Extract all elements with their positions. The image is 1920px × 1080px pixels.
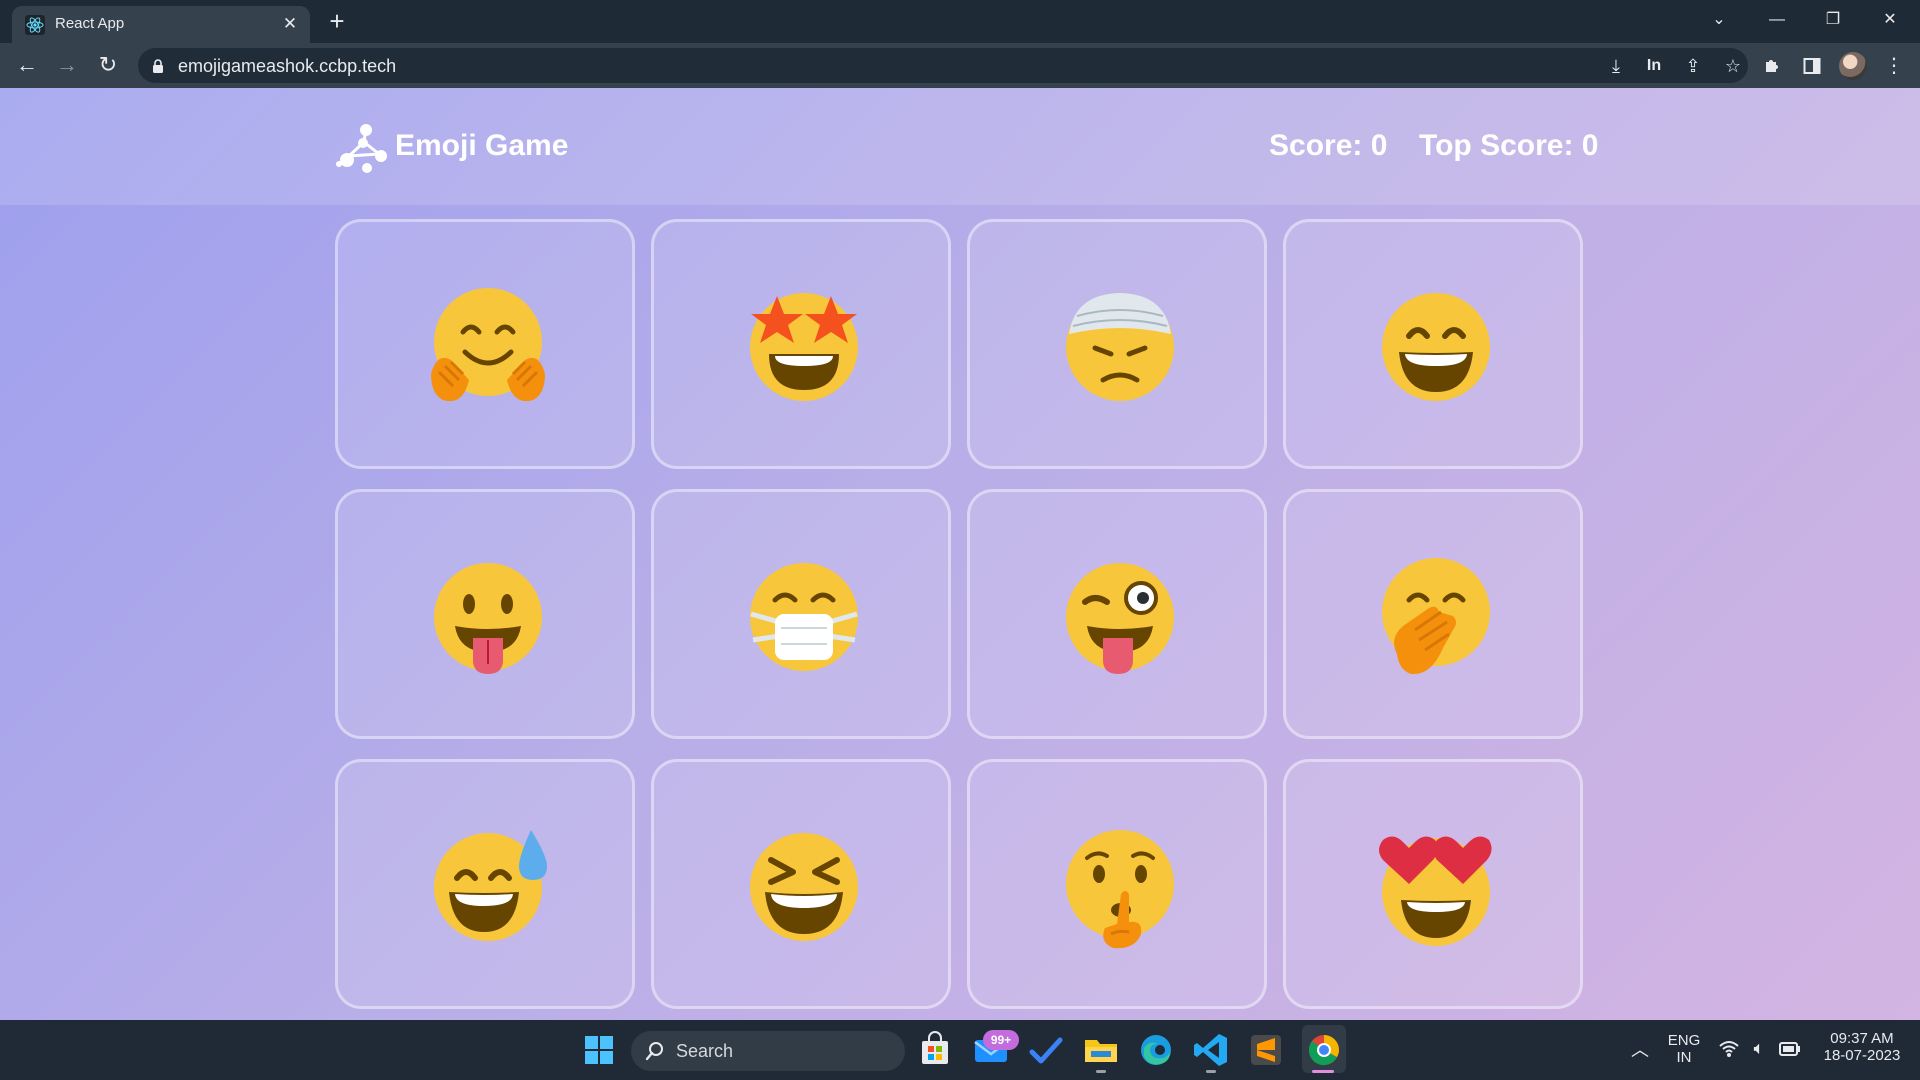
- back-arrow-icon[interactable]: ←: [11, 50, 43, 82]
- bookmark-star-icon[interactable]: ☆: [1720, 54, 1746, 78]
- browser-tabstrip: React App ✕ + ⌄ — ❐ ✕: [0, 0, 1920, 43]
- face-with-head-bandage-icon: [1066, 293, 1174, 401]
- app-title: Emoji Game: [395, 129, 569, 162]
- volume-icon[interactable]: 🔈︎: [1747, 1038, 1771, 1059]
- windows-taskbar: Search 99+ ︿ ENG IN 🔈︎ 09:37 AM 18-07-20…: [0, 1020, 1920, 1080]
- winking-face-with-tongue-icon: [1066, 563, 1174, 674]
- smiling-face-with-heart-eyes-icon: [1379, 836, 1492, 946]
- emoji-card-shushing[interactable]: [967, 759, 1267, 1009]
- explorer-running-indicator: [1096, 1070, 1106, 1073]
- file-explorer-icon[interactable]: [1081, 1030, 1121, 1070]
- close-tab-icon[interactable]: ✕: [280, 14, 300, 34]
- show-hidden-icons-chevron-icon[interactable]: ︿: [1628, 1036, 1652, 1062]
- clock-date: 18-07-2023: [1823, 1047, 1901, 1064]
- react-favicon-icon: [25, 15, 45, 35]
- page-content: Emoji Game Score: 0 Top Score: 0: [0, 88, 1920, 1020]
- clock-time: 09:37 AM: [1830, 1030, 1894, 1047]
- game-navbar: Emoji Game Score: 0 Top Score: 0: [0, 88, 1920, 205]
- minimize-icon[interactable]: —: [1757, 4, 1797, 36]
- search-label: Search: [676, 1041, 734, 1061]
- language-line2: IN: [1676, 1049, 1692, 1066]
- grinning-face-with-smiling-eyes-icon: [1382, 293, 1490, 401]
- new-tab-button[interactable]: +: [323, 8, 351, 35]
- grinning-face-with-sweat-icon: [434, 830, 547, 941]
- restore-icon[interactable]: ❐: [1813, 4, 1853, 36]
- lock-icon: [153, 59, 163, 73]
- search-icon: [645, 1042, 663, 1061]
- edge-browser-icon[interactable]: [1136, 1030, 1176, 1070]
- mail-unread-badge: 99+: [983, 1030, 1019, 1050]
- profile-avatar[interactable]: [1839, 52, 1867, 80]
- language-line1: ENG: [1667, 1032, 1701, 1049]
- emoji-card-grinning-sweat[interactable]: [335, 759, 635, 1009]
- clock[interactable]: 09:37 AM 18-07-2023: [1812, 1030, 1912, 1064]
- browser-tab[interactable]: React App ✕: [12, 6, 310, 43]
- emoji-card-medical-mask[interactable]: [651, 489, 951, 739]
- extensions-puzzle-icon[interactable]: [1756, 50, 1788, 82]
- reader-in-icon[interactable]: In: [1641, 54, 1667, 78]
- emoji-card-star-struck[interactable]: [651, 219, 951, 469]
- chrome-browser-icon[interactable]: [1304, 1030, 1344, 1070]
- emoji-card-head-bandage[interactable]: [967, 219, 1267, 469]
- reload-icon[interactable]: ↻: [92, 50, 124, 82]
- close-window-icon[interactable]: ✕: [1870, 4, 1910, 36]
- install-app-icon[interactable]: ⤓: [1603, 54, 1629, 78]
- shushing-face-icon: [1066, 830, 1174, 949]
- sublime-text-icon[interactable]: [1246, 1030, 1286, 1070]
- emoji-grid: [335, 219, 1585, 1019]
- emoji-card-hand-over-mouth[interactable]: [1283, 489, 1583, 739]
- emoji-game-logo-icon: [336, 124, 387, 173]
- chrome-active-indicator: [1312, 1070, 1334, 1073]
- address-bar[interactable]: emojigameashok.ccbp.tech ⤓ In ⇪ ☆: [138, 48, 1748, 83]
- star-struck-icon: [750, 293, 858, 401]
- forward-arrow-icon[interactable]: →: [51, 50, 83, 82]
- tab-title: React App: [55, 15, 125, 32]
- tab-search-icon[interactable]: ⌄: [1699, 4, 1739, 36]
- emoji-card-grinning-smiling-eyes[interactable]: [1283, 219, 1583, 469]
- browser-toolbar: ← → ↻ emojigameashok.ccbp.tech ⤓ In ⇪ ☆ …: [0, 43, 1920, 88]
- vscode-running-indicator: [1206, 1070, 1216, 1073]
- emoji-card-winking-tongue[interactable]: [967, 489, 1267, 739]
- emoji-card-grinning-squinting[interactable]: [651, 759, 951, 1009]
- side-panel-icon[interactable]: [1796, 50, 1828, 82]
- vscode-icon[interactable]: [1191, 1030, 1231, 1070]
- top-score-label: Top Score: 0: [1419, 129, 1599, 162]
- more-menu-icon[interactable]: ⋮: [1878, 50, 1910, 82]
- face-with-medical-mask-icon: [750, 563, 858, 671]
- battery-icon[interactable]: [1778, 1042, 1802, 1056]
- windows-start-icon[interactable]: [579, 1030, 619, 1070]
- share-icon[interactable]: ⇪: [1680, 54, 1706, 78]
- todo-check-icon[interactable]: [1026, 1030, 1066, 1070]
- taskbar-search[interactable]: Search: [631, 1031, 905, 1071]
- emoji-card-hugging-face[interactable]: [335, 219, 635, 469]
- face-with-tongue-icon: [434, 563, 542, 674]
- emoji-card-face-with-tongue[interactable]: [335, 489, 635, 739]
- microsoft-store-icon[interactable]: [915, 1030, 955, 1070]
- score-label: Score: 0: [1269, 129, 1388, 162]
- wifi-icon[interactable]: [1717, 1040, 1741, 1058]
- grinning-squinting-face-icon: [750, 833, 858, 941]
- face-with-hand-over-mouth-icon: [1382, 558, 1490, 675]
- hugging-face-icon: [431, 288, 545, 402]
- language-indicator[interactable]: ENG IN: [1664, 1032, 1704, 1066]
- emoji-card-heart-eyes[interactable]: [1283, 759, 1583, 1009]
- url-text: emojigameashok.ccbp.tech: [178, 56, 397, 76]
